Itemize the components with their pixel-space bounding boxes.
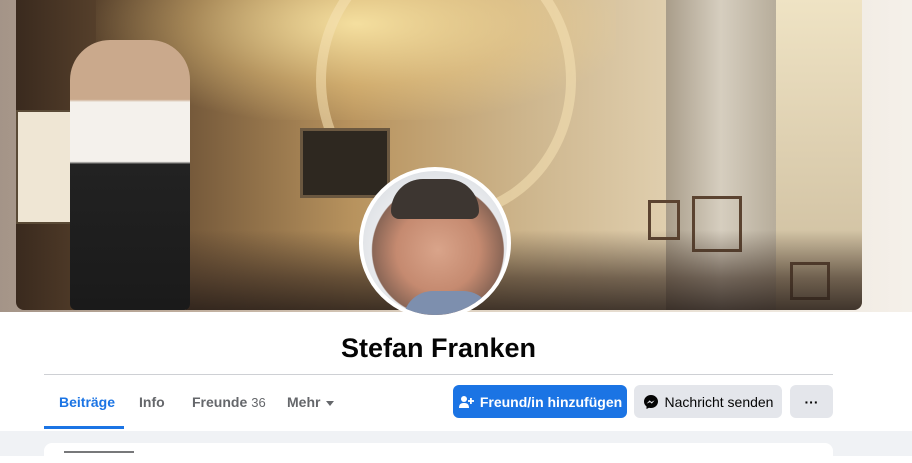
card-heading-edge xyxy=(64,451,134,459)
tab-label: Mehr xyxy=(287,394,321,410)
tab-label: Info xyxy=(139,394,165,410)
tab-label: Freunde xyxy=(192,394,248,410)
tab-info[interactable]: Info xyxy=(139,384,165,420)
send-message-label: Nachricht senden xyxy=(664,393,774,410)
cover-crowd xyxy=(186,230,862,310)
friends-count: 36 xyxy=(251,395,266,410)
more-options-button[interactable]: ··· xyxy=(790,385,833,418)
tab-beitraege[interactable]: Beiträge xyxy=(59,384,115,420)
messenger-icon xyxy=(643,394,659,410)
caret-down-icon xyxy=(326,400,335,406)
avatar-shirt xyxy=(403,291,493,315)
profile-name: Stefan Franken xyxy=(340,333,537,363)
avatar-hair xyxy=(391,179,479,219)
person-plus-icon xyxy=(458,394,474,410)
header-divider xyxy=(44,374,833,375)
add-friend-button[interactable]: Freund/in hinzufügen xyxy=(453,385,627,418)
tab-label: Beiträge xyxy=(59,394,116,410)
intro-card xyxy=(44,443,833,463)
tab-mehr[interactable]: Mehr xyxy=(287,384,335,420)
more-dots-icon: ··· xyxy=(804,393,819,410)
tab-freunde[interactable]: Freunde 36 xyxy=(192,384,266,420)
add-friend-label: Freund/in hinzufügen xyxy=(479,393,623,410)
cover-waiter xyxy=(70,40,190,310)
send-message-button[interactable]: Nachricht senden xyxy=(634,385,782,418)
cover-chalkboard xyxy=(300,128,390,198)
profile-avatar[interactable] xyxy=(359,167,511,319)
active-tab-indicator xyxy=(44,426,124,429)
